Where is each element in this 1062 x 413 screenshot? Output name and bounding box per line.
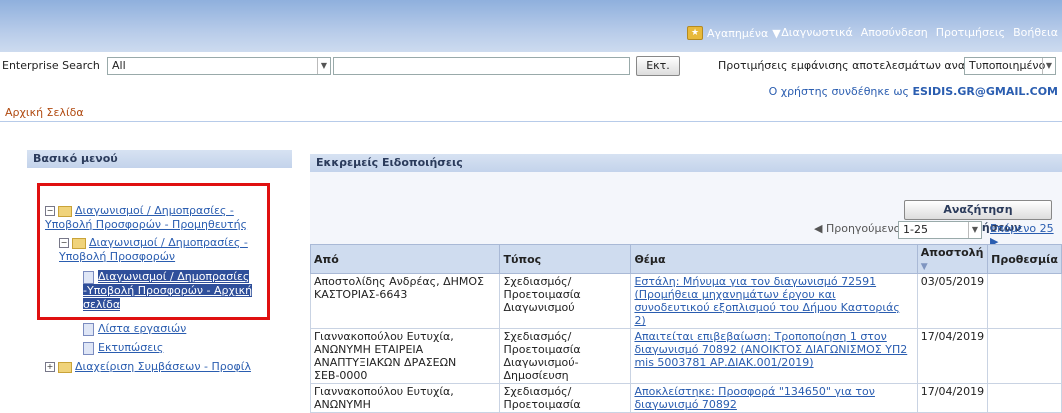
user-email: ESIDIS.GR@GMAIL.COM	[912, 85, 1059, 98]
table-row: Γιαννακοπούλου Ευτυχία, ΑΝΩΝΥΜΗ Σχεδιασμ…	[309, 383, 1062, 413]
next-label[interactable]: Επόμενο 25	[990, 222, 1054, 235]
search-notifications-button[interactable]: Αναζήτηση Ειδοποιήσεων	[904, 200, 1052, 234]
page-range-value: 1-25	[903, 223, 928, 236]
user-login-prefix: Ο χρήστης συνδέθηκε ως	[768, 85, 909, 98]
user-login-info: Ο χρήστης συνδέθηκε ως ESIDIS.GR@GMAIL.C…	[769, 85, 1058, 98]
cell-due	[987, 383, 1062, 413]
breadcrumb-home[interactable]: Αρχική Σελίδα	[5, 106, 84, 119]
col-from[interactable]: Από	[309, 244, 501, 274]
favorites-menu[interactable]: ★ Αγαπημένα ▼	[687, 26, 781, 40]
menu-item-prints[interactable]: Εκτυπώσεις	[83, 341, 163, 355]
expand-icon[interactable]: +	[45, 362, 55, 372]
search-scope-value: All	[112, 59, 126, 72]
search-scope-select[interactable]: All ▼	[107, 57, 331, 75]
results-pref-value: Τυποποιημένο	[969, 59, 1046, 72]
chevron-down-icon: ▼	[317, 58, 330, 74]
subject-link[interactable]: Αποκλείστηκε: Προσφορά "134650" για τον …	[634, 385, 875, 411]
cell-due	[987, 273, 1062, 329]
menu-item-contracts-profile[interactable]: + Διαχείριση Συμβάσεων - Προφίλ	[45, 360, 251, 373]
prev-label: Προηγούμενο	[825, 222, 901, 235]
cell-type: Σχεδιασμός/Προετοιμασία Διαγωνισμού-Δημο…	[499, 328, 632, 384]
col-due[interactable]: Προθεσμία	[987, 244, 1062, 274]
cell-due	[987, 328, 1062, 384]
prev-page[interactable]: ◀ Προηγούμενο	[814, 222, 900, 235]
search-label: Enterprise Search	[2, 59, 100, 72]
search-bar: Enterprise Search All ▼ Εκτ. Προτιμήσεις…	[0, 56, 1062, 78]
menu-item-worklist[interactable]: Λίστα εργασιών	[83, 322, 186, 336]
search-input[interactable]	[333, 57, 630, 75]
cell-from: Γιαννακοπούλου Ευτυχία, ΑΝΩΝΥΜΗ ΕΤΑΙΡΕΙΑ…	[309, 328, 501, 384]
subject-link[interactable]: Εστάλη: Μήνυμα για τον διαγωνισμό 72591 …	[634, 275, 899, 327]
cell-type: Σχεδιασμός/Προετοιμασία Διαγωνισμού	[499, 273, 632, 329]
col-type[interactable]: Τύπος	[499, 244, 632, 274]
cell-sent: 17/04/2019	[916, 328, 989, 384]
divider	[0, 121, 1062, 122]
logout-link[interactable]: Αποσύνδεση	[861, 26, 928, 39]
document-icon	[83, 322, 94, 336]
prev-icon: ◀	[814, 222, 823, 235]
table-row: Γιαννακοπούλου Ευτυχία, ΑΝΩΝΥΜΗ ΕΤΑΙΡΕΙΑ…	[309, 328, 1062, 384]
diagnostics-link[interactable]: Διαγνωστικά	[781, 26, 852, 39]
notifications-title: Εκκρεμείς Ειδοποιήσεις	[310, 154, 1062, 172]
document-icon	[83, 341, 94, 355]
menu-item-label[interactable]: Λίστα εργασιών	[98, 322, 186, 335]
col-subject[interactable]: Θέμα	[630, 244, 918, 274]
table-header-row: Από Τύπος Θέμα Αποστολή ▼ Προθεσμία	[309, 244, 1062, 274]
preferences-link[interactable]: Προτιμήσεις	[936, 26, 1005, 39]
cell-from: Αποστολίδης Ανδρέας, ΔΗΜΟΣ ΚΑΣΤΟΡΙΑΣ-664…	[309, 273, 501, 329]
sort-desc-icon: ▼	[920, 262, 928, 272]
table-row: Αποστολίδης Ανδρέας, ΔΗΜΟΣ ΚΑΣΤΟΡΙΑΣ-664…	[309, 273, 1062, 329]
global-links: Διαγνωστικά Αποσύνδεση Προτιμήσεις Βοήθε…	[781, 26, 1058, 39]
cell-subject: Εστάλη: Μήνυμα για τον διαγωνισμό 72591 …	[630, 273, 918, 329]
help-link[interactable]: Βοήθεια	[1013, 26, 1058, 39]
folder-icon	[58, 361, 72, 373]
notifications-table: Από Τύπος Θέμα Αποστολή ▼ Προθεσμία Αποσ…	[309, 244, 1062, 413]
search-button[interactable]: Εκτ.	[636, 56, 680, 76]
menu-item-label[interactable]: Διαχείριση Συμβάσεων - Προφίλ	[75, 360, 251, 373]
cell-type: Σχεδιασμός/Προετοιμασία	[499, 383, 632, 413]
highlight-callout	[37, 183, 270, 320]
chevron-down-icon: ▼	[772, 26, 781, 40]
main-menu-title: Βασικό μενού	[27, 150, 292, 168]
col-sent[interactable]: Αποστολή ▼	[916, 244, 989, 274]
menu-item-label[interactable]: Εκτυπώσεις	[98, 341, 163, 354]
subject-link[interactable]: Απαιτείται επιβεβαίωση: Τροποποίηση 1 στ…	[634, 330, 907, 369]
chevron-down-icon: ▼	[968, 222, 981, 238]
chevron-down-icon: ▼	[1042, 58, 1055, 74]
favorites-label: Αγαπημένα	[707, 26, 769, 40]
cell-subject: Απαιτείται επιβεβαίωση: Τροποποίηση 1 στ…	[630, 328, 918, 384]
top-banner: ★ Αγαπημένα ▼ Διαγνωστικά Αποσύνδεση Προ…	[0, 0, 1062, 52]
favorites-icon: ★	[687, 26, 703, 40]
cell-sent: 17/04/2019	[916, 383, 989, 413]
page-range-select[interactable]: 1-25 ▼	[898, 221, 982, 239]
cell-sent: 03/05/2019	[916, 273, 989, 329]
col-sent-label: Αποστολή	[920, 246, 984, 259]
results-pref-select[interactable]: Τυποποιημένο ▼	[964, 57, 1056, 75]
cell-from: Γιαννακοπούλου Ευτυχία, ΑΝΩΝΥΜΗ	[309, 383, 501, 413]
cell-subject: Αποκλείστηκε: Προσφορά "134650" για τον …	[630, 383, 918, 413]
